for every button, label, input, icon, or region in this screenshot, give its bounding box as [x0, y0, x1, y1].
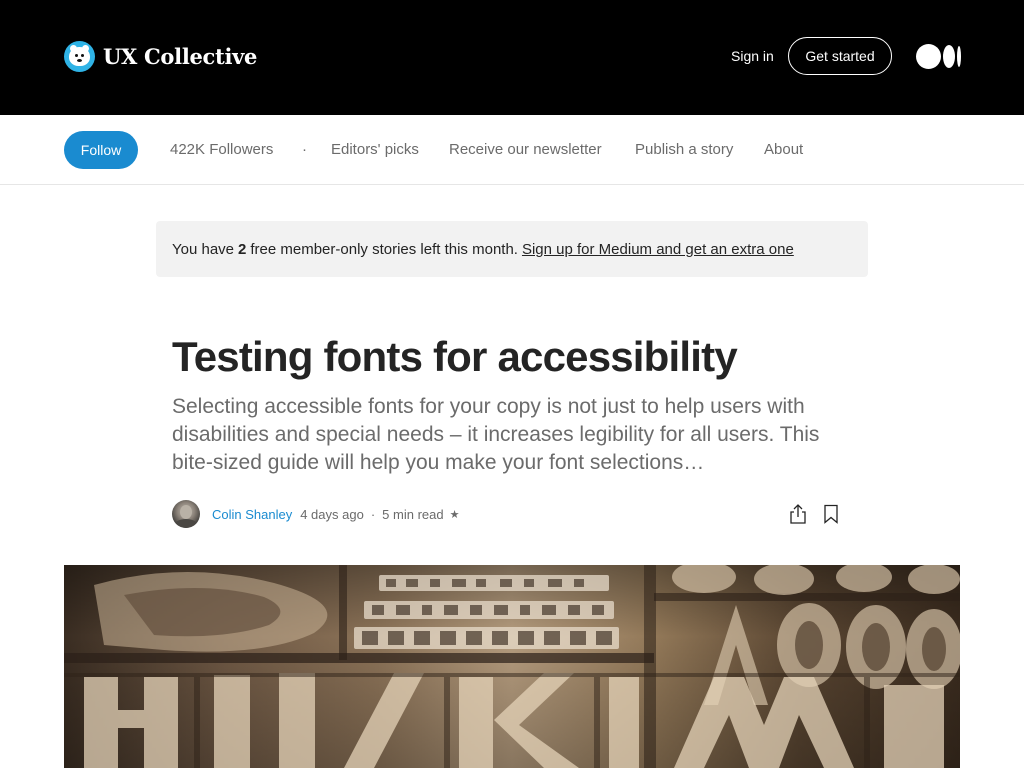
- member-stories-banner: You have 2 free member-only stories left…: [156, 221, 868, 277]
- free-stories-count: 2: [238, 240, 247, 258]
- author-avatar[interactable]: [172, 500, 200, 528]
- polar-bear-logo-icon: [64, 41, 95, 72]
- publication-nav: Follow 422K Followers · Editors' picks R…: [0, 115, 1024, 185]
- sign-in-link[interactable]: Sign in: [731, 48, 774, 64]
- byline-separator: ·: [370, 506, 376, 522]
- author-name-link[interactable]: Colin Shanley: [212, 507, 292, 522]
- banner-suffix: free member-only stories left this month…: [250, 240, 518, 258]
- brand-home-link[interactable]: UX Collective: [64, 41, 257, 72]
- bookmark-icon[interactable]: [823, 504, 839, 524]
- site-header: UX Collective Sign in Get started: [0, 0, 1024, 115]
- follow-button[interactable]: Follow: [64, 131, 138, 169]
- signup-link[interactable]: Sign up for Medium and get an extra one: [522, 241, 794, 258]
- hero-image-letterpress: [64, 565, 960, 768]
- nav-publish-story[interactable]: Publish a story: [635, 141, 733, 158]
- get-started-button[interactable]: Get started: [788, 37, 892, 75]
- article-byline: Colin Shanley 4 days ago · 5 min read ★: [172, 500, 459, 528]
- nav-about[interactable]: About: [764, 141, 803, 158]
- brand-name: UX Collective: [103, 44, 258, 69]
- article-subtitle: Selecting accessible fonts for your copy…: [172, 395, 820, 474]
- article-title: Testing fonts for accessibility: [172, 333, 738, 380]
- medium-logo-icon[interactable]: [916, 44, 962, 69]
- banner-prefix: You have: [172, 240, 235, 258]
- share-icon[interactable]: [788, 503, 808, 525]
- member-star-icon: ★: [449, 508, 460, 521]
- letterpress-illustration: [64, 565, 960, 768]
- nav-newsletter[interactable]: Receive our newsletter: [449, 141, 602, 158]
- followers-count[interactable]: 422K Followers: [170, 141, 273, 158]
- publish-date: 4 days ago: [300, 506, 364, 522]
- read-time: 5 min read: [382, 506, 444, 522]
- nav-separator: ·: [302, 141, 307, 158]
- nav-editors-picks[interactable]: Editors' picks: [331, 141, 419, 158]
